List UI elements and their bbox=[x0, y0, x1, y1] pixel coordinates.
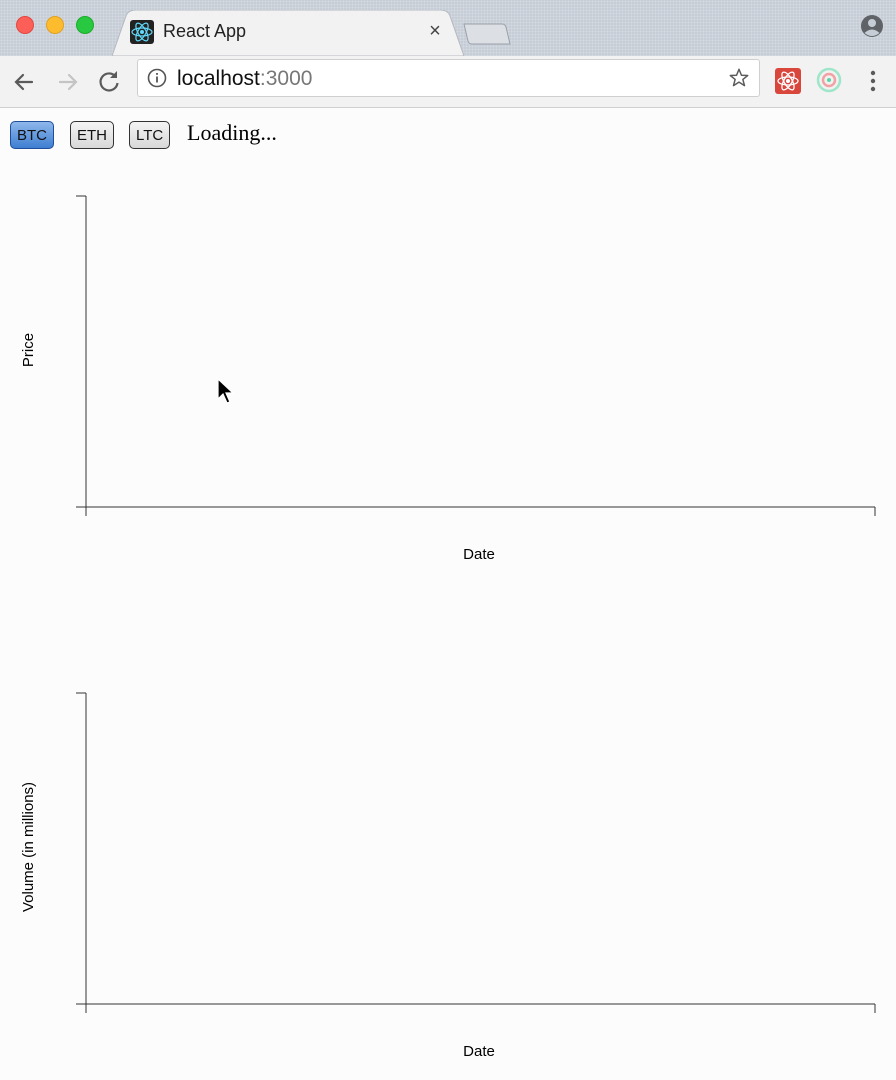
menu-kebab-icon[interactable] bbox=[866, 68, 880, 94]
loading-status: Loading... bbox=[187, 120, 277, 145]
coin-button-ltc[interactable]: LTC bbox=[129, 121, 171, 149]
back-arrow-icon[interactable] bbox=[10, 68, 38, 96]
react-devtools-extension-icon[interactable] bbox=[775, 68, 801, 94]
price-x-axis-label: Date bbox=[463, 546, 495, 563]
price-y-axis-label: Price bbox=[20, 333, 37, 367]
volume-x-axis-label: Date bbox=[463, 1043, 495, 1060]
page-content: BTC ETH LTC Loading... Price Date Volume… bbox=[0, 108, 896, 1080]
coin-button-btc[interactable]: BTC bbox=[10, 121, 54, 149]
forward-arrow-icon[interactable] bbox=[54, 68, 82, 96]
extension-target-icon[interactable] bbox=[816, 67, 842, 93]
browser-tab-strip: React App × bbox=[0, 0, 896, 56]
url-text: localhost:3000 bbox=[177, 67, 313, 90]
info-icon[interactable] bbox=[147, 68, 167, 88]
coin-button-eth[interactable]: ETH bbox=[70, 121, 114, 149]
bookmark-star-icon[interactable] bbox=[728, 67, 750, 89]
url-port: :3000 bbox=[259, 67, 313, 90]
browser-toolbar: localhost:3000 bbox=[0, 56, 896, 108]
price-chart: Price Date bbox=[20, 195, 876, 563]
address-bar[interactable]: localhost:3000 bbox=[137, 59, 760, 97]
volume-y-axis-label: Volume (in millions) bbox=[20, 782, 37, 912]
window-maximize-button[interactable] bbox=[76, 16, 94, 34]
profile-icon[interactable] bbox=[860, 14, 884, 38]
window-minimize-button[interactable] bbox=[46, 16, 64, 34]
new-tab-button[interactable] bbox=[462, 22, 512, 46]
volume-chart: Volume (in millions) Date bbox=[20, 692, 876, 1060]
tab-title: React App bbox=[163, 21, 247, 41]
reload-icon[interactable] bbox=[95, 68, 123, 96]
mouse-pointer-icon bbox=[217, 378, 235, 404]
window-close-button[interactable] bbox=[16, 16, 34, 34]
tab-close-icon[interactable]: × bbox=[426, 19, 444, 43]
browser-tab-active[interactable]: React App × bbox=[112, 10, 464, 56]
react-favicon-icon bbox=[130, 20, 154, 44]
